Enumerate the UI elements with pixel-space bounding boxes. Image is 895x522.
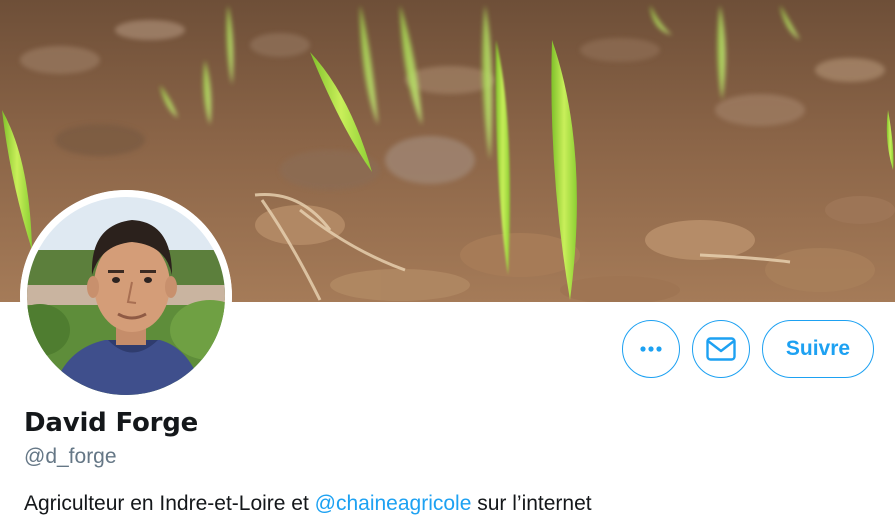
profile-avatar[interactable] bbox=[20, 190, 232, 402]
bio-text-before: Agriculteur en Indre-et-Loire et bbox=[24, 492, 315, 515]
more-options-button[interactable] bbox=[622, 320, 680, 378]
bio-mention-link[interactable]: @chaineagricole bbox=[315, 492, 472, 515]
message-button[interactable] bbox=[692, 320, 750, 378]
display-name: David Forge bbox=[24, 408, 199, 438]
envelope-icon bbox=[706, 337, 736, 361]
bio-text-after: sur l’internet bbox=[471, 492, 592, 515]
more-horizontal-icon bbox=[640, 346, 662, 352]
avatar-photo bbox=[20, 190, 232, 402]
follow-button-label: Suivre bbox=[785, 337, 851, 360]
profile-bio: Agriculteur en Indre-et-Loire et @chaine… bbox=[24, 492, 592, 516]
follow-button[interactable]: Suivre bbox=[762, 320, 874, 378]
user-handle: @d_forge bbox=[24, 445, 117, 468]
profile-actions: Suivre bbox=[622, 320, 874, 378]
